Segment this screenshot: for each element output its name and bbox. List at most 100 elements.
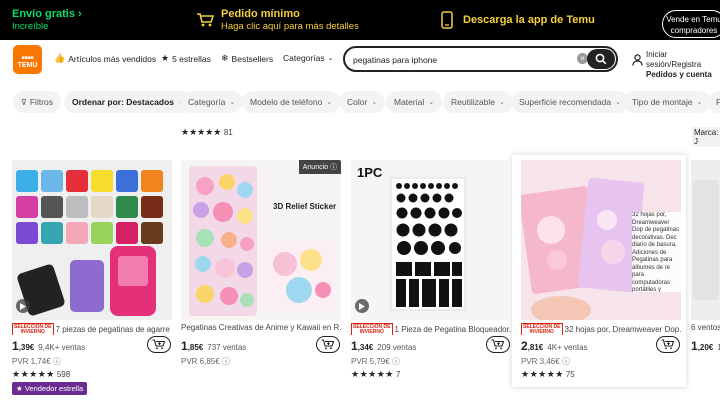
- product-image[interactable]: [12, 160, 172, 320]
- price-dec: ,20€: [697, 343, 714, 352]
- price-int: 1: [181, 339, 188, 353]
- reference-price: PVR 5,79€ ⓘ: [351, 356, 400, 367]
- product-card[interactable]: 32 hojas por, Dreamweaver Dop de pegatin…: [521, 160, 681, 390]
- product-card[interactable]: 3D Relief Sticker Anuncio ⓘ Pegatinas Cr…: [181, 160, 341, 390]
- nav-categories[interactable]: Categorías ⌄: [283, 53, 333, 63]
- video-play-icon[interactable]: [16, 299, 30, 313]
- mounting-type-filter[interactable]: Tipo de montaje ⌄: [624, 91, 711, 113]
- product-card[interactable]: SELECCIÓN DE INVIERNO 7 piezas de pegatina…: [12, 160, 172, 395]
- rating-stars: ★★★★★: [12, 369, 55, 379]
- product-title[interactable]: SELECCIÓN DE INVIERNO 1 Pieza de Pegatina …: [351, 323, 511, 335]
- material-filter[interactable]: Material ⌄: [386, 91, 443, 113]
- sell-on-temu-button[interactable]: Vende en Temu compradores: [662, 10, 720, 38]
- price-int: 1: [351, 339, 358, 353]
- nav-five-stars[interactable]: ★ 5 estrellas: [161, 53, 211, 64]
- video-play-icon[interactable]: [355, 299, 369, 313]
- star-seller-icon: ★: [16, 384, 23, 393]
- sort-dropdown[interactable]: Ordenar por: Destacados⌄: [64, 91, 192, 113]
- nav-best-sellers[interactable]: 👍 Artículos más vendidos: [54, 53, 156, 64]
- price-dec: ,34€: [357, 343, 374, 352]
- logo-text: TEMU: [17, 62, 38, 69]
- product-price: 1,39€ 9,4K+ ventas: [12, 339, 85, 353]
- product-card[interactable]: 6 ventos 1,20€ 1: [691, 160, 720, 390]
- reference-price-text: PVR 5,79€: [351, 357, 390, 366]
- category-filter[interactable]: Categoría ⌄: [180, 91, 244, 113]
- sales-count: 209 ventas: [377, 343, 417, 352]
- free-shipping-promo[interactable]: Envío gratis › Increíble: [12, 0, 82, 40]
- ad-label[interactable]: Anuncio ⓘ: [298, 160, 341, 174]
- search-button[interactable]: [587, 49, 615, 69]
- sign-in-label: Iniciar sesión/Registra: [646, 50, 702, 69]
- blocker-stickers-image: [351, 160, 511, 320]
- cart-plus-icon: [321, 339, 335, 350]
- partial-product-image: [691, 160, 720, 320]
- one-piece-label: 1PC: [357, 165, 383, 180]
- star-seller-text: Vendedor estrella: [24, 384, 84, 393]
- reference-price-text: PVR 3,46€: [521, 357, 560, 366]
- rating-stars: ★★★★★: [351, 369, 394, 379]
- product-rating: ★★★★★ 75: [521, 369, 575, 380]
- logo-mark: ■■■■: [21, 55, 34, 61]
- add-to-cart-button[interactable]: [147, 336, 171, 353]
- grip-stickers-image: [12, 160, 172, 320]
- sales-count: 9,4K+ ventas: [38, 343, 86, 352]
- price-int: 1: [691, 339, 698, 353]
- star-badge-icon: ★: [161, 53, 170, 63]
- product-image[interactable]: 3D Relief Sticker Anuncio ⓘ: [181, 160, 341, 320]
- chevron-down-icon: ⌄: [326, 99, 333, 106]
- product-image[interactable]: 32 hojas por, Dreamweaver Dop de pegatin…: [521, 160, 681, 320]
- add-to-cart-button[interactable]: [486, 336, 510, 353]
- download-app-promo[interactable]: Descarga la app de Temu: [437, 0, 595, 40]
- product-title[interactable]: SELECCIÓN DE INVIERNO 7 piezas de pegatina…: [12, 323, 172, 335]
- cart-plus-icon: [491, 339, 505, 350]
- minimum-order-sub: Haga clic aquí para más detalles: [221, 20, 359, 32]
- sell-line-2: compradores: [670, 26, 718, 35]
- rating-count: 75: [565, 370, 575, 379]
- user-icon: [632, 54, 643, 66]
- product-title[interactable]: Pegatinas Creativas de Anime y Kawaii en…: [181, 323, 341, 335]
- more-filter[interactable]: F: [708, 91, 720, 113]
- ad-label-text: Anuncio: [302, 164, 329, 171]
- minimum-order-promo[interactable]: Pedido mínimo Haga clic aquí para más de…: [195, 0, 359, 40]
- nav-five-stars-label: 5 estrellas: [172, 53, 211, 64]
- chevron-down-icon: ⌄: [696, 99, 703, 106]
- free-shipping-title: Envío gratis: [12, 7, 75, 20]
- download-app-text: Descarga la app de Temu: [463, 13, 595, 26]
- phone-model-filter[interactable]: Modelo de teléfono ⌄: [242, 91, 341, 113]
- product-title-text: 7 piezas de pegatinas de agarre ...: [55, 325, 172, 335]
- search-bar: ×: [343, 46, 618, 72]
- color-filter-label: Color: [347, 97, 368, 107]
- product-image[interactable]: [691, 160, 720, 320]
- info-icon[interactable]: ⓘ: [53, 357, 61, 366]
- product-rating: ★★★★★ 598: [12, 369, 70, 380]
- sell-line-1: Vende en Temu: [666, 15, 720, 24]
- product-image[interactable]: 1PC: [351, 160, 511, 320]
- search-input[interactable]: [353, 52, 573, 67]
- account-menu[interactable]: Iniciar sesión/Registra Pedidos y cuenta: [632, 50, 720, 80]
- reusable-filter[interactable]: Reutilizable ⌄: [443, 91, 513, 113]
- temu-logo[interactable]: ■■■■ TEMU: [13, 45, 42, 74]
- rating-stars: ★★★★★: [181, 127, 222, 137]
- material-filter-label: Material: [394, 97, 425, 107]
- filters-chip[interactable]: ⊽ Filtros: [13, 91, 61, 113]
- product-title[interactable]: SELECCIÓN DE INVIERNO 32 hojas por, Dreamw…: [521, 323, 681, 335]
- product-title-text: 6 ventos: [691, 323, 720, 332]
- more-filter-label: F: [716, 97, 720, 107]
- info-icon[interactable]: ⓘ: [562, 357, 570, 366]
- nav-bestsellers[interactable]: ❄ Bestsellers: [221, 53, 273, 64]
- chevron-right-icon: ›: [78, 7, 82, 20]
- product-title[interactable]: 6 ventos: [691, 323, 720, 335]
- add-to-cart-button[interactable]: [656, 336, 680, 353]
- add-to-cart-button[interactable]: [316, 336, 340, 353]
- anime-stickers-image: [181, 160, 341, 320]
- color-filter[interactable]: Color ⌄: [339, 91, 386, 113]
- info-icon[interactable]: ⓘ: [392, 357, 400, 366]
- surface-filter[interactable]: Superficie recomendada ⌄: [511, 91, 630, 113]
- product-card[interactable]: 1PC SELECCIÓN DE INVIERNO 1 Pieza de Pegat…: [351, 160, 511, 390]
- info-icon[interactable]: ⓘ: [222, 357, 230, 366]
- price-dec: ,39€: [18, 343, 35, 352]
- minimum-order-title: Pedido mínimo: [221, 7, 300, 20]
- reference-price: PVR 6,85€ ⓘ: [181, 356, 230, 367]
- filters-chip-label: Filtros: [29, 97, 53, 107]
- rating-stars: ★★★★★: [521, 369, 564, 379]
